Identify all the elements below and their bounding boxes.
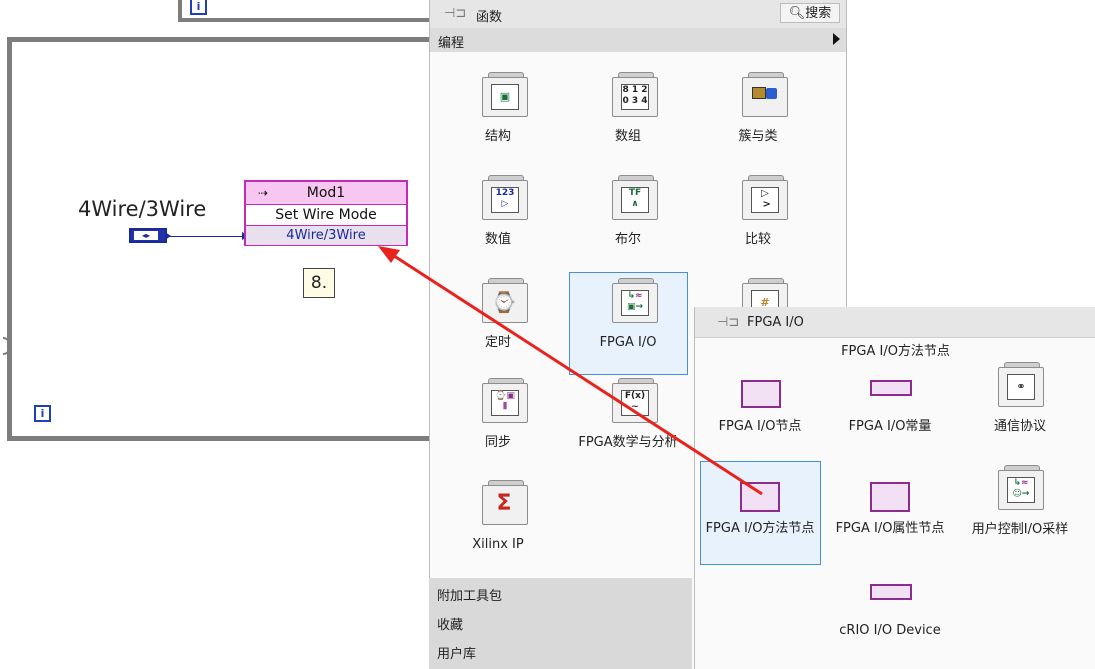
subpalette-item-label: FPGA I/O方法节点 [705,521,815,536]
io-resource-icon: ⇢ [258,186,269,200]
palette-item-fpga-math[interactable]: F(x) ~ FPGA数学与分析 [578,378,678,450]
palette-item-cluster-class[interactable]: 簇与类 [708,72,808,144]
palette-item-comparison[interactable]: ▷ > 比较 [708,175,808,247]
palette-item-label: FPGA数学与分析 [578,435,678,450]
boolean-icon: TF ∧ [612,175,658,220]
palette-item-xilinx-ip[interactable]: Σ Xilinx IP [448,480,548,552]
fpga-io-method-node[interactable]: ⇢ Mod1 Set Wire Mode 4Wire/3Wire [244,180,408,246]
palette-item-label: 数值 [484,232,511,247]
communication-protocol-icon: ⚭ [998,362,1044,407]
method-node-highlight [700,461,821,565]
numeric-icon: 123 ▷ [482,175,528,220]
loop-structure-top: i [178,0,438,22]
comparison-icon: ▷ > [742,175,788,220]
palette-item-label: FPGA I/O [599,335,657,350]
timing-icon: ⌚ [482,278,528,323]
palette-item-label: 比较 [744,232,771,247]
subpalette-title: FPGA I/O [747,315,804,330]
subpalette-item-label: FPGA I/O常量 [848,419,932,434]
enum-control-terminal[interactable]: ◂▸ [129,228,171,243]
subpalette-item-label: cRIO I/O Device [839,623,941,638]
fpga-io-icon: ↳≈ ▣→ [612,278,658,323]
enum-icon: ◂▸ [134,231,158,240]
structures-icon: ▣ [482,72,528,117]
palette-item-label: 同步 [484,435,511,450]
subpalette-item-label: 用户控制I/O采样 [971,522,1069,537]
user-controlled-io-sampling-icon: ↳≈ ☺→ [998,465,1044,510]
palette-item-fpga-io[interactable]: ↳≈ ▣→ FPGA I/O [578,278,678,350]
search-label: 搜索 [805,6,832,21]
xilinx-ip-icon: Σ [482,480,528,525]
node-resource-row[interactable]: ⇢ Mod1 [246,182,406,205]
palette-item-numeric[interactable]: 123 ▷ 数值 [448,175,548,247]
subpalette-item-label: FPGA I/O属性节点 [835,521,945,536]
palette-item-label: 布尔 [614,232,641,247]
palette-item-array[interactable]: 8 1 20 3 4 数组 [578,72,678,144]
palette-footer: 附加工具包 收藏 用户库 [429,578,692,669]
palette-title: 函数 [476,10,503,25]
control-label: 4Wire/3Wire [78,197,207,221]
iteration-terminal: i [190,0,207,15]
palette-header: ⊣⊐ 函数 🔍︎搜索 [430,0,846,28]
array-icon: 8 1 20 3 4 [612,72,658,117]
palette-item-label: 结构 [484,129,511,144]
node-parameter[interactable]: 4Wire/3Wire [246,226,406,245]
palette-item-label: Xilinx IP [472,537,524,552]
grid-icon: # [742,278,788,308]
subpalette-item-label: 通信协议 [993,419,1046,434]
palette-item-hidden[interactable]: # [708,278,808,308]
subpalette-header: ⊣⊐ FPGA I/O [695,307,1095,338]
cluster-class-icon [742,72,788,117]
fpga-math-icon: F(x) ~ [612,378,658,423]
loop-tunnel [3,337,11,355]
subpalette-item-label: FPGA I/O节点 [718,419,802,434]
category-label: 编程 [438,36,465,51]
footer-item-addons[interactable]: 附加工具包 [437,585,502,604]
palette-item-synchronization[interactable]: ⌚▣ ⫴ 同步 [448,378,548,450]
palette-item-label: 数组 [614,129,641,144]
crio-io-device-icon [870,584,912,600]
palette-item-timing[interactable]: ⌚ 定时 [448,278,548,350]
palette-item-label: 簇与类 [738,129,778,144]
node-method[interactable]: Set Wire Mode [246,205,406,226]
palette-item-boolean[interactable]: TF ∧ 布尔 [578,175,678,247]
pin-icon[interactable]: ⊣⊐ [717,315,739,330]
footer-item-user-libraries[interactable]: 用户库 [437,643,476,662]
fpga-io-node-icon [741,380,781,408]
subpalette-section-title: FPGA I/O方法节点 [841,344,950,359]
chevron-right-icon [833,33,840,45]
synchronization-icon: ⌚▣ ⫴ [482,378,528,423]
search-icon: 🔍︎ [788,6,806,21]
iteration-terminal: i [34,405,51,422]
fpga-io-method-node-icon [740,482,780,512]
palette-item-label: 定时 [484,335,511,350]
fpga-io-constant-icon [870,380,912,396]
step-label: 8. [303,268,335,298]
footer-item-favorites[interactable]: 收藏 [437,614,463,633]
fpga-io-property-node-icon [870,482,910,512]
pin-icon[interactable]: ⊣⊐ [444,6,466,21]
palette-item-structures[interactable]: ▣ 结构 [448,72,548,144]
category-programming[interactable]: 编程 [430,28,846,52]
search-button[interactable]: 🔍︎搜索 [780,3,840,23]
node-resource: Mod1 [306,185,346,201]
wire[interactable] [167,236,245,237]
